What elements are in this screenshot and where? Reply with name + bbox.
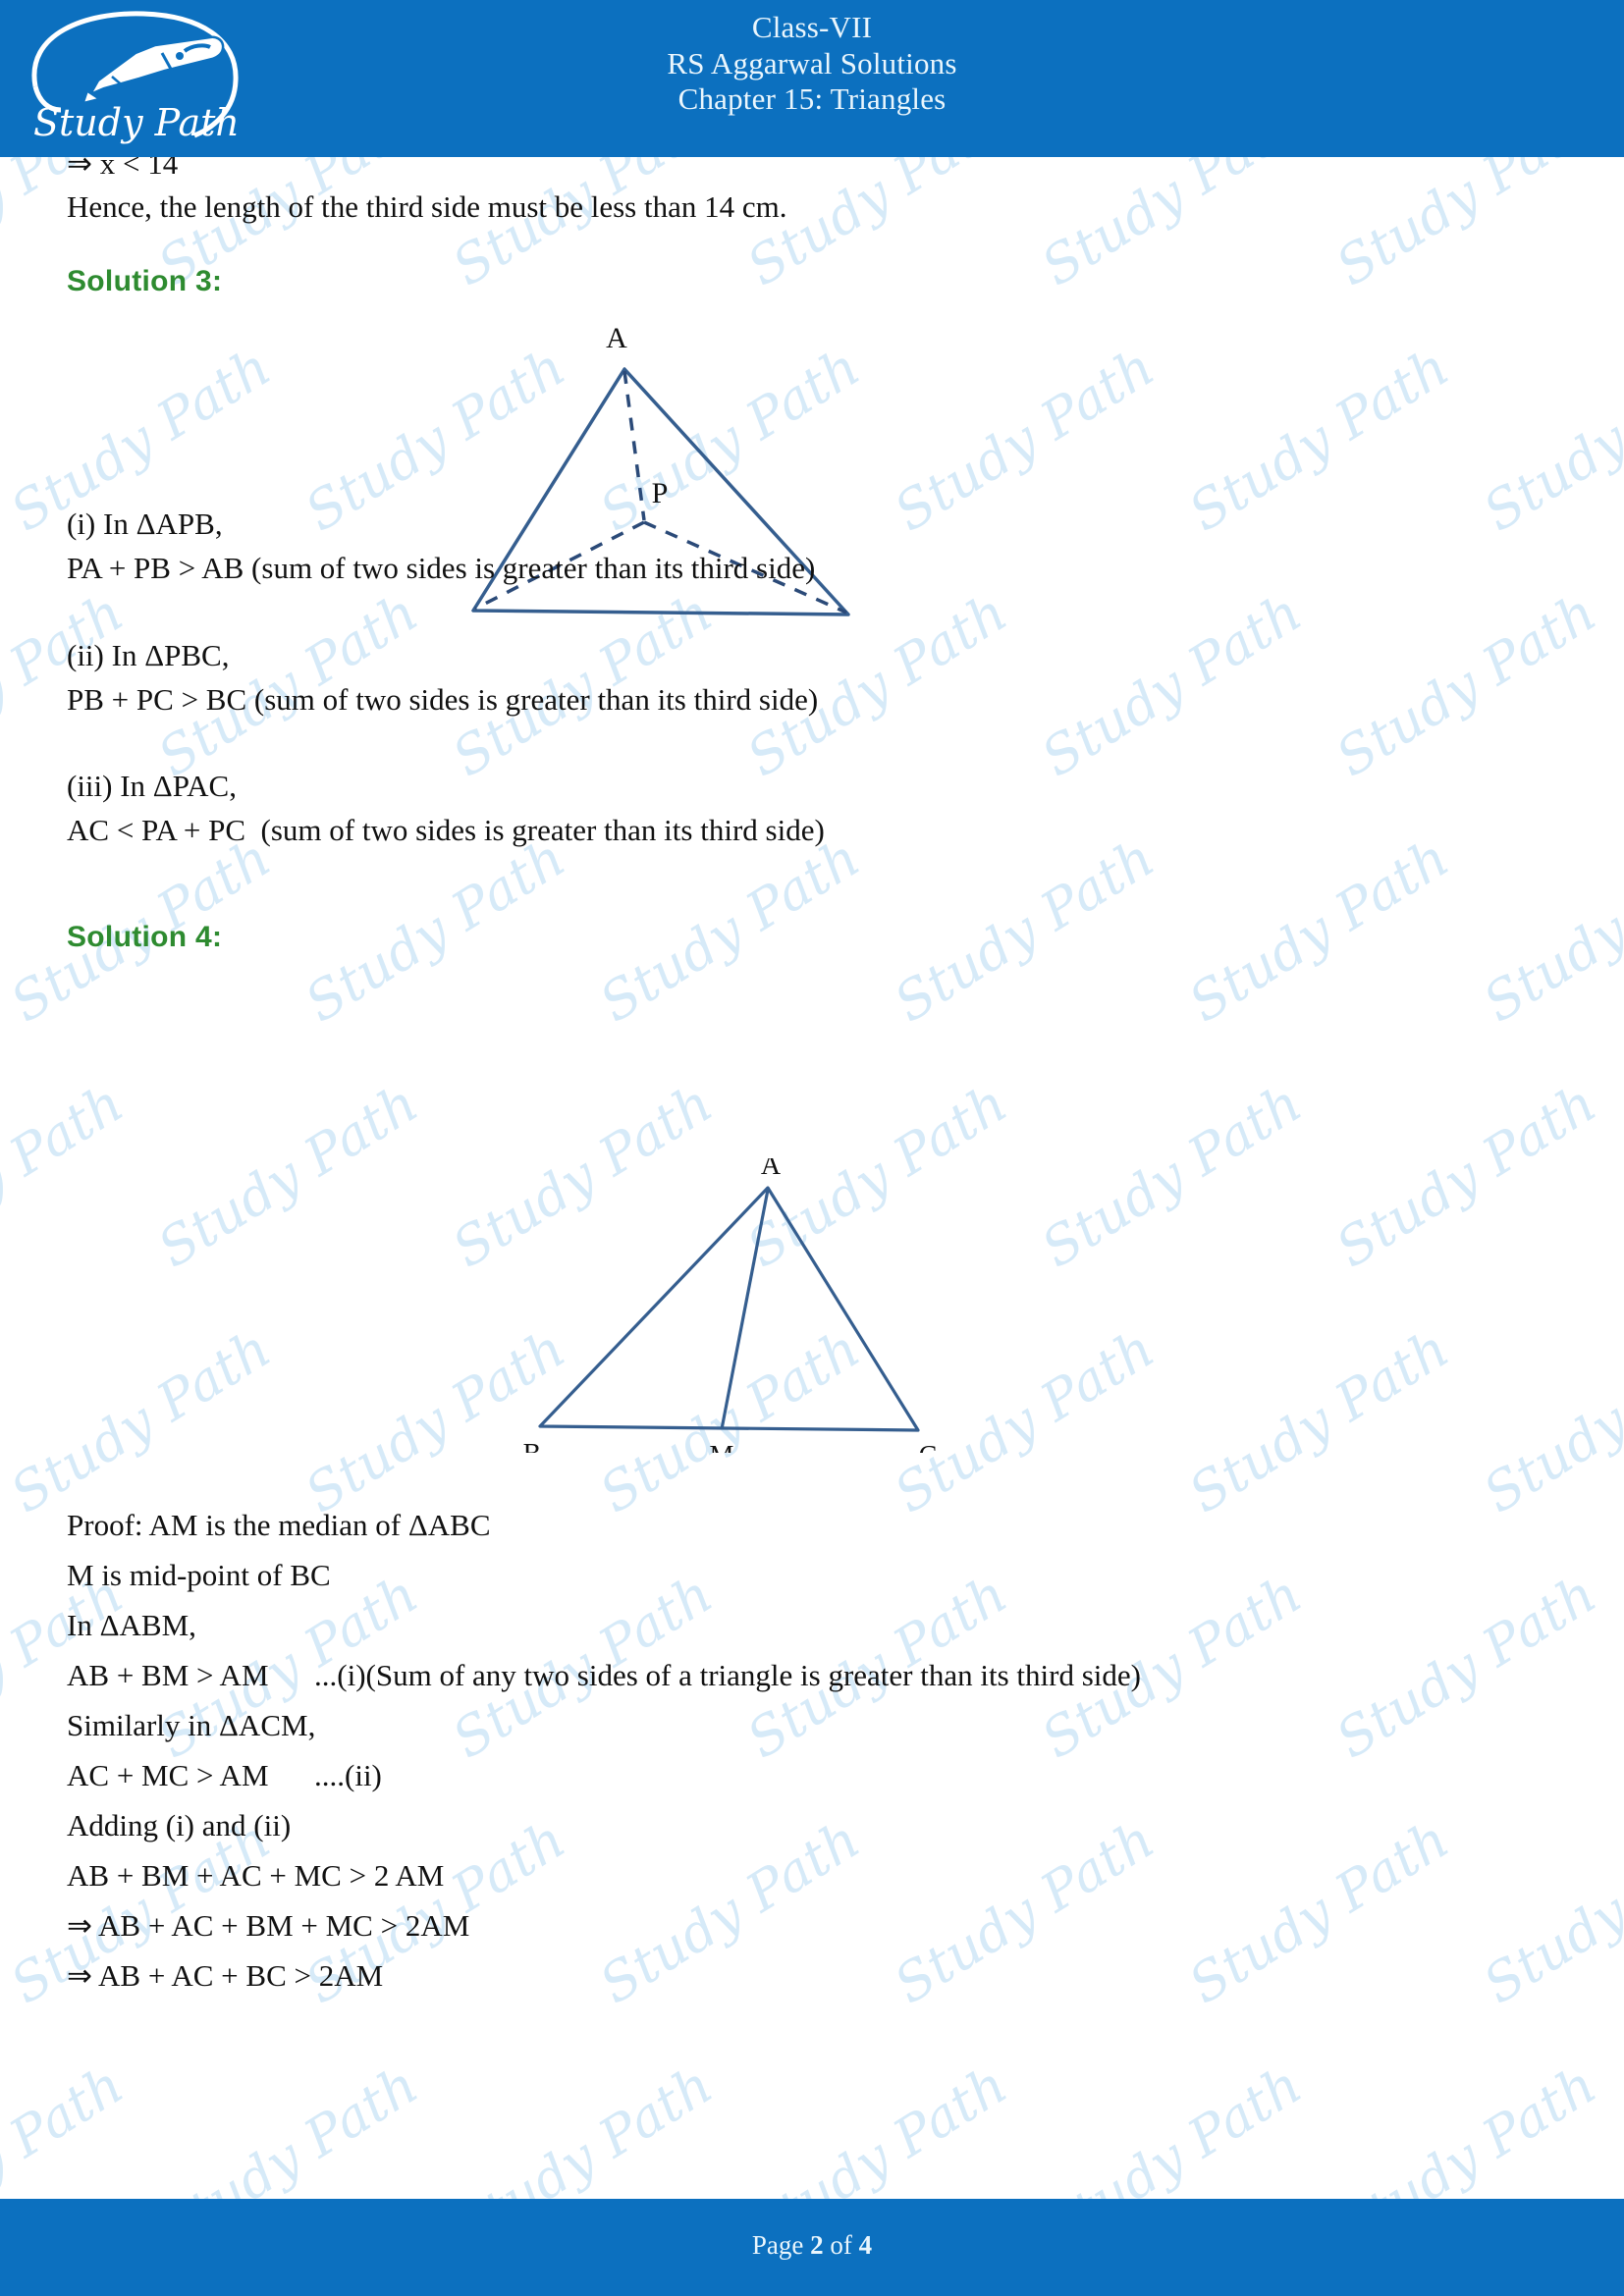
figure2-vertex-a-label: A: [761, 1158, 782, 1181]
text-item-iii-head: (iii) In ΔPAC,: [67, 769, 237, 803]
text-proof-1: Proof: AM is the median of ΔABC: [67, 1508, 491, 1542]
text-proof-8: AB + BM + AC + MC > 2 AM: [67, 1858, 445, 1893]
median-line: [720, 1189, 770, 1430]
page-of-label: of: [823, 2230, 859, 2260]
solution-4-heading: Solution 4:: [67, 921, 223, 953]
watermark-text: Study Path: [1473, 1807, 1624, 2016]
text-proof-2: M is mid-point of BC: [67, 1558, 331, 1592]
watermark-text: Study Path: [1326, 580, 1607, 789]
text-proof-5: Similarly in ΔACM,: [67, 1708, 316, 1742]
solution-3-heading: Solution 3:: [67, 265, 223, 297]
watermark-text: Study Path: [1620, 1072, 1624, 1280]
page-number-value: 2: [810, 2230, 824, 2260]
watermark-text: Study Path: [1326, 1071, 1607, 1280]
watermark-text: Study Path: [1326, 1562, 1607, 1771]
header-book-line: RS Aggarwal Solutions: [667, 45, 957, 80]
text-proof-7: Adding (i) and (ii): [67, 1808, 292, 1842]
header-chapter-line: Chapter 15: Triangles: [677, 81, 947, 117]
figure2-midpoint-m-label: M: [710, 1441, 734, 1453]
watermark-text: Study Path: [884, 1807, 1165, 2016]
text-proof-9: ⇒ AB + AC + BM + MC > 2AM: [67, 1908, 470, 1943]
figure1-vertex-b-label: B: [456, 624, 475, 628]
watermark-text: Study Path: [147, 1071, 429, 1280]
watermark-text: Study Path: [1178, 335, 1460, 544]
watermark-text: Study Path: [589, 1807, 871, 2016]
text-proof-6: AC + MC > AM ....(ii): [67, 1758, 382, 1792]
watermark-text: Study Path: [1031, 580, 1313, 789]
page-footer: Page 2 of 4: [0, 2199, 1624, 2296]
text-item-ii-body: PB + PC > BC (sum of two sides is greate…: [67, 682, 819, 717]
figure-triangle-abc-median-am: A B M C: [471, 1150, 982, 1471]
watermark-text: Study Path: [0, 1316, 282, 1525]
page-prefix-label: Page: [751, 2230, 811, 2260]
text-proof-10: ⇒ AB + AC + BC > 2AM: [67, 1958, 384, 1993]
text-item-iii-body: AC < PA + PC (sum of two sides is greate…: [67, 813, 825, 847]
watermark-text: Study Path: [884, 826, 1165, 1035]
watermark-text: Study Path: [1031, 1071, 1313, 1280]
text-proof-3: In ΔABM,: [67, 1608, 196, 1642]
page-header: Study Path Class-VII RS Aggarwal Solutio…: [0, 0, 1624, 157]
watermark-text: Study Path: [1178, 1316, 1460, 1525]
watermark-text: Study Path: [1178, 1807, 1460, 2016]
figure1-point-p-label: P: [652, 477, 669, 509]
watermark-text: Study Path: [0, 1071, 135, 1280]
text-item-i-head: (i) In ΔAPB,: [67, 507, 223, 541]
watermark-text: Study Path: [589, 826, 871, 1035]
header-class-line: Class-VII: [751, 10, 873, 44]
watermark-text: Study Path: [1473, 1316, 1624, 1525]
header-title-block: Class-VII RS Aggarwal Solutions Chapter …: [0, 8, 1624, 118]
figure2-vertex-c-label: C: [919, 1441, 938, 1453]
figure2-vertex-b-label: B: [523, 1439, 542, 1453]
page-number-text: Page 2 of 4: [0, 2230, 1624, 2261]
figure1-vertex-a-label: A: [606, 322, 627, 354]
watermark-text: Study Path: [295, 826, 576, 1035]
figure1-vertex-c-label: C: [844, 624, 864, 628]
watermark-text: Study Path: [1473, 826, 1624, 1035]
page-total-value: 4: [858, 2230, 873, 2260]
watermark-text: Study Path: [1620, 581, 1624, 789]
watermark-text: Study Path: [1178, 826, 1460, 1035]
watermark-text: Study Path: [1473, 335, 1624, 544]
text-proof-4: AB + BM > AM ...(i)(Sum of any two sides…: [67, 1658, 1141, 1692]
text-item-i-body: PA + PB > AB (sum of two sides is greate…: [67, 551, 816, 585]
text-item-ii-head: (ii) In ΔPBC,: [67, 638, 230, 672]
watermark-text: Study Path: [1620, 1563, 1624, 1771]
